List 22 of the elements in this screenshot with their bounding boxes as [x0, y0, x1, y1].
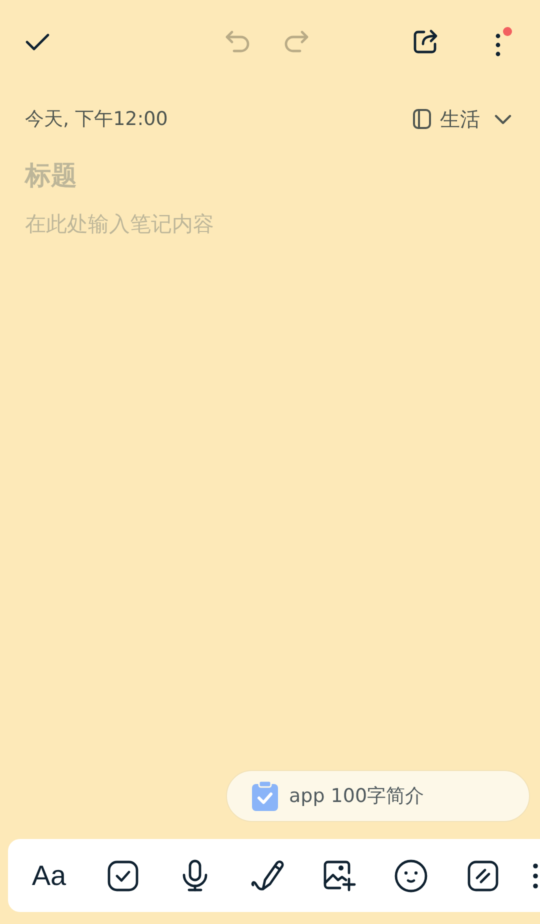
emoji-tool-button[interactable] [394, 858, 428, 892]
more-icon [494, 32, 502, 58]
format-icon [466, 858, 500, 892]
image-tool-button[interactable] [322, 858, 356, 892]
folder-selector[interactable]: 生活 [412, 106, 512, 132]
add-image-icon [322, 858, 356, 892]
suggestion-chip[interactable]: app 100字简介 [226, 770, 530, 822]
share-button[interactable] [412, 28, 440, 56]
redo-icon [282, 28, 310, 54]
text-style-button[interactable]: Aa [30, 858, 68, 892]
checkbox-icon [106, 858, 140, 892]
share-icon [412, 28, 440, 56]
chevron-down-icon [494, 112, 512, 126]
format-tool-button[interactable] [466, 858, 500, 892]
smiley-icon [394, 858, 428, 892]
handwriting-tool-button[interactable] [250, 858, 284, 892]
undo-icon [224, 28, 252, 54]
checklist-tool-button[interactable] [106, 858, 140, 892]
clipboard-check-icon [251, 780, 279, 812]
pen-icon [250, 858, 284, 892]
note-timestamp: 今天, 下午12:00 [25, 107, 168, 132]
notebook-icon [412, 108, 432, 130]
